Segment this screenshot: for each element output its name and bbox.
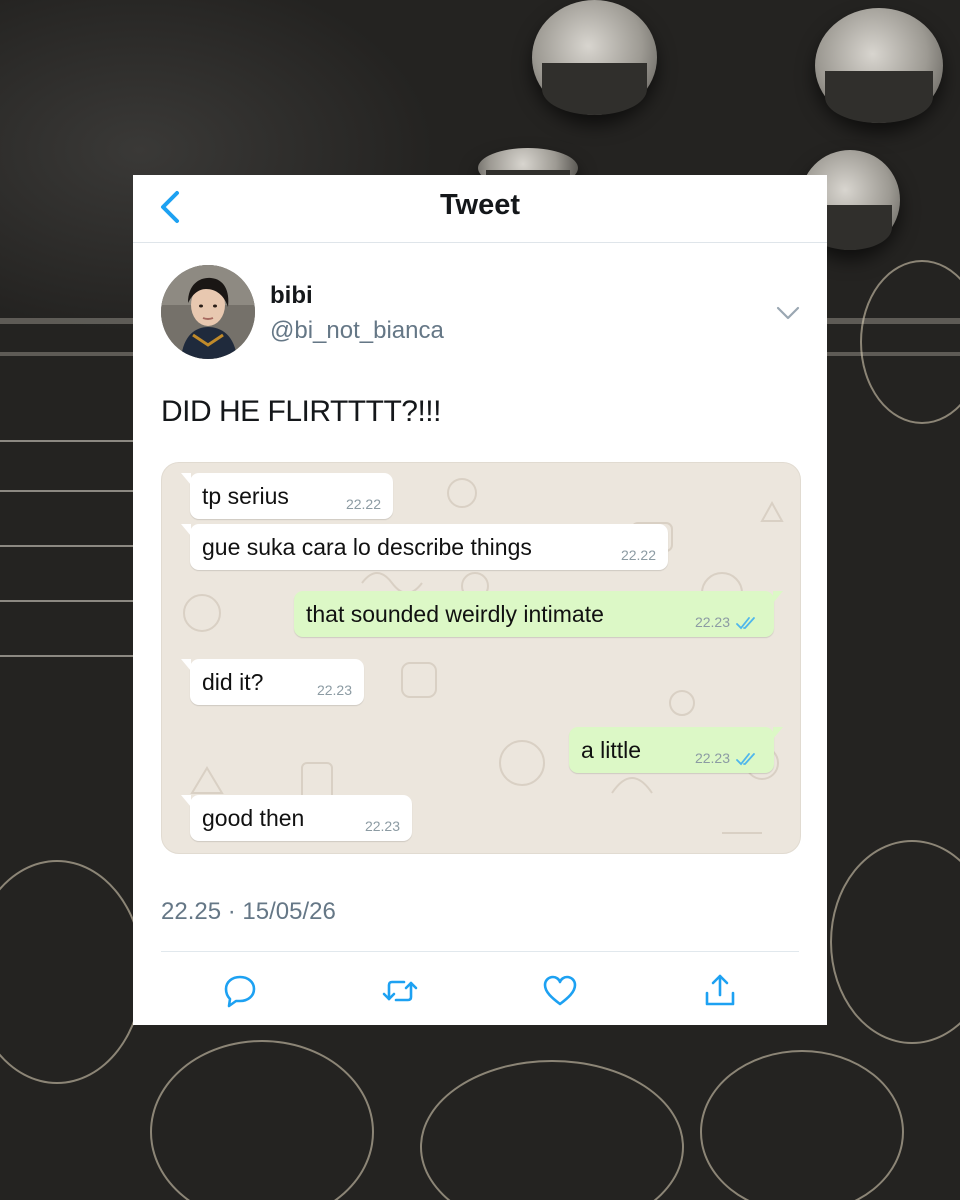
tweet-text: DID HE FLIRTTTT?!!! bbox=[161, 395, 441, 428]
chat-message-text: gue suka cara lo describe things bbox=[202, 533, 532, 560]
chevron-down-icon[interactable] bbox=[775, 303, 801, 323]
double-check-icon bbox=[736, 617, 755, 630]
chat-message-in[interactable]: good then 22.23 bbox=[181, 795, 412, 841]
guitar-string bbox=[0, 655, 140, 657]
chat-message-time: 22.23 bbox=[316, 682, 352, 698]
guitar-string bbox=[0, 490, 140, 492]
reply-icon[interactable] bbox=[220, 971, 260, 1011]
bubble-tail bbox=[181, 795, 191, 807]
dragon-engraving bbox=[0, 860, 144, 1084]
dragon-engraving bbox=[860, 260, 960, 424]
guitar-string bbox=[0, 600, 140, 602]
chat-message-time: 22.23 bbox=[364, 818, 400, 834]
author-name[interactable]: bibi bbox=[270, 282, 313, 310]
dragon-engraving bbox=[700, 1050, 904, 1200]
chat-message-in[interactable]: did it? 22.23 bbox=[181, 659, 364, 705]
chat-message-out[interactable]: that sounded weirdly intimate 22.23 bbox=[294, 591, 783, 637]
share-icon[interactable] bbox=[700, 971, 740, 1011]
chat-message-text: tp serius bbox=[202, 482, 289, 509]
chat-message-time: 22.23 bbox=[694, 614, 730, 630]
chat-message-in[interactable]: gue suka cara lo describe things 22.22 bbox=[181, 524, 668, 570]
bubble-tail bbox=[773, 591, 783, 603]
chat-message-time: 22.22 bbox=[345, 496, 381, 512]
chat-message-time: 22.23 bbox=[694, 750, 730, 766]
bubble-tail bbox=[181, 524, 191, 536]
tweet-card: Tweet bibi @bi_not_bianca DID HE FLIRTTT… bbox=[133, 175, 827, 1025]
guitar-knob bbox=[815, 8, 943, 123]
guitar-string bbox=[0, 440, 140, 442]
bubble-tail bbox=[181, 659, 191, 671]
chat-message-out[interactable]: a little 22.23 bbox=[569, 727, 783, 773]
chat-message-time: 22.22 bbox=[620, 547, 656, 563]
guitar-knob bbox=[532, 0, 657, 115]
bubble-tail bbox=[181, 473, 191, 485]
chat-message-text: did it? bbox=[202, 668, 264, 695]
dragon-engraving bbox=[830, 840, 960, 1044]
avatar-image bbox=[161, 265, 255, 359]
guitar-string bbox=[0, 545, 140, 547]
top-nav-bar: Tweet bbox=[133, 175, 827, 243]
chat-message-text: a little bbox=[581, 736, 642, 763]
dragon-engraving bbox=[150, 1040, 374, 1200]
dragon-engraving bbox=[420, 1060, 684, 1200]
author-handle[interactable]: @bi_not_bianca bbox=[270, 317, 444, 345]
retweet-icon[interactable] bbox=[380, 971, 420, 1011]
double-check-icon bbox=[736, 753, 755, 766]
tweet-timestamp[interactable]: 22.25 · 15/05/26 bbox=[161, 898, 336, 926]
divider bbox=[161, 951, 799, 952]
page-title: Tweet bbox=[439, 189, 521, 221]
chat-message-text: that sounded weirdly intimate bbox=[306, 600, 604, 627]
avatar[interactable] bbox=[161, 265, 255, 359]
bubble-tail bbox=[773, 727, 783, 739]
chat-screenshot[interactable]: tp serius 22.22 gue suka cara lo describe … bbox=[161, 462, 801, 854]
tweet-action-bar bbox=[133, 971, 827, 1011]
chat-message-text: good then bbox=[202, 804, 305, 831]
tweet-author: bibi @bi_not_bianca bbox=[161, 265, 801, 361]
chat-message-in[interactable]: tp serius 22.22 bbox=[181, 473, 393, 519]
heart-icon[interactable] bbox=[540, 971, 580, 1011]
